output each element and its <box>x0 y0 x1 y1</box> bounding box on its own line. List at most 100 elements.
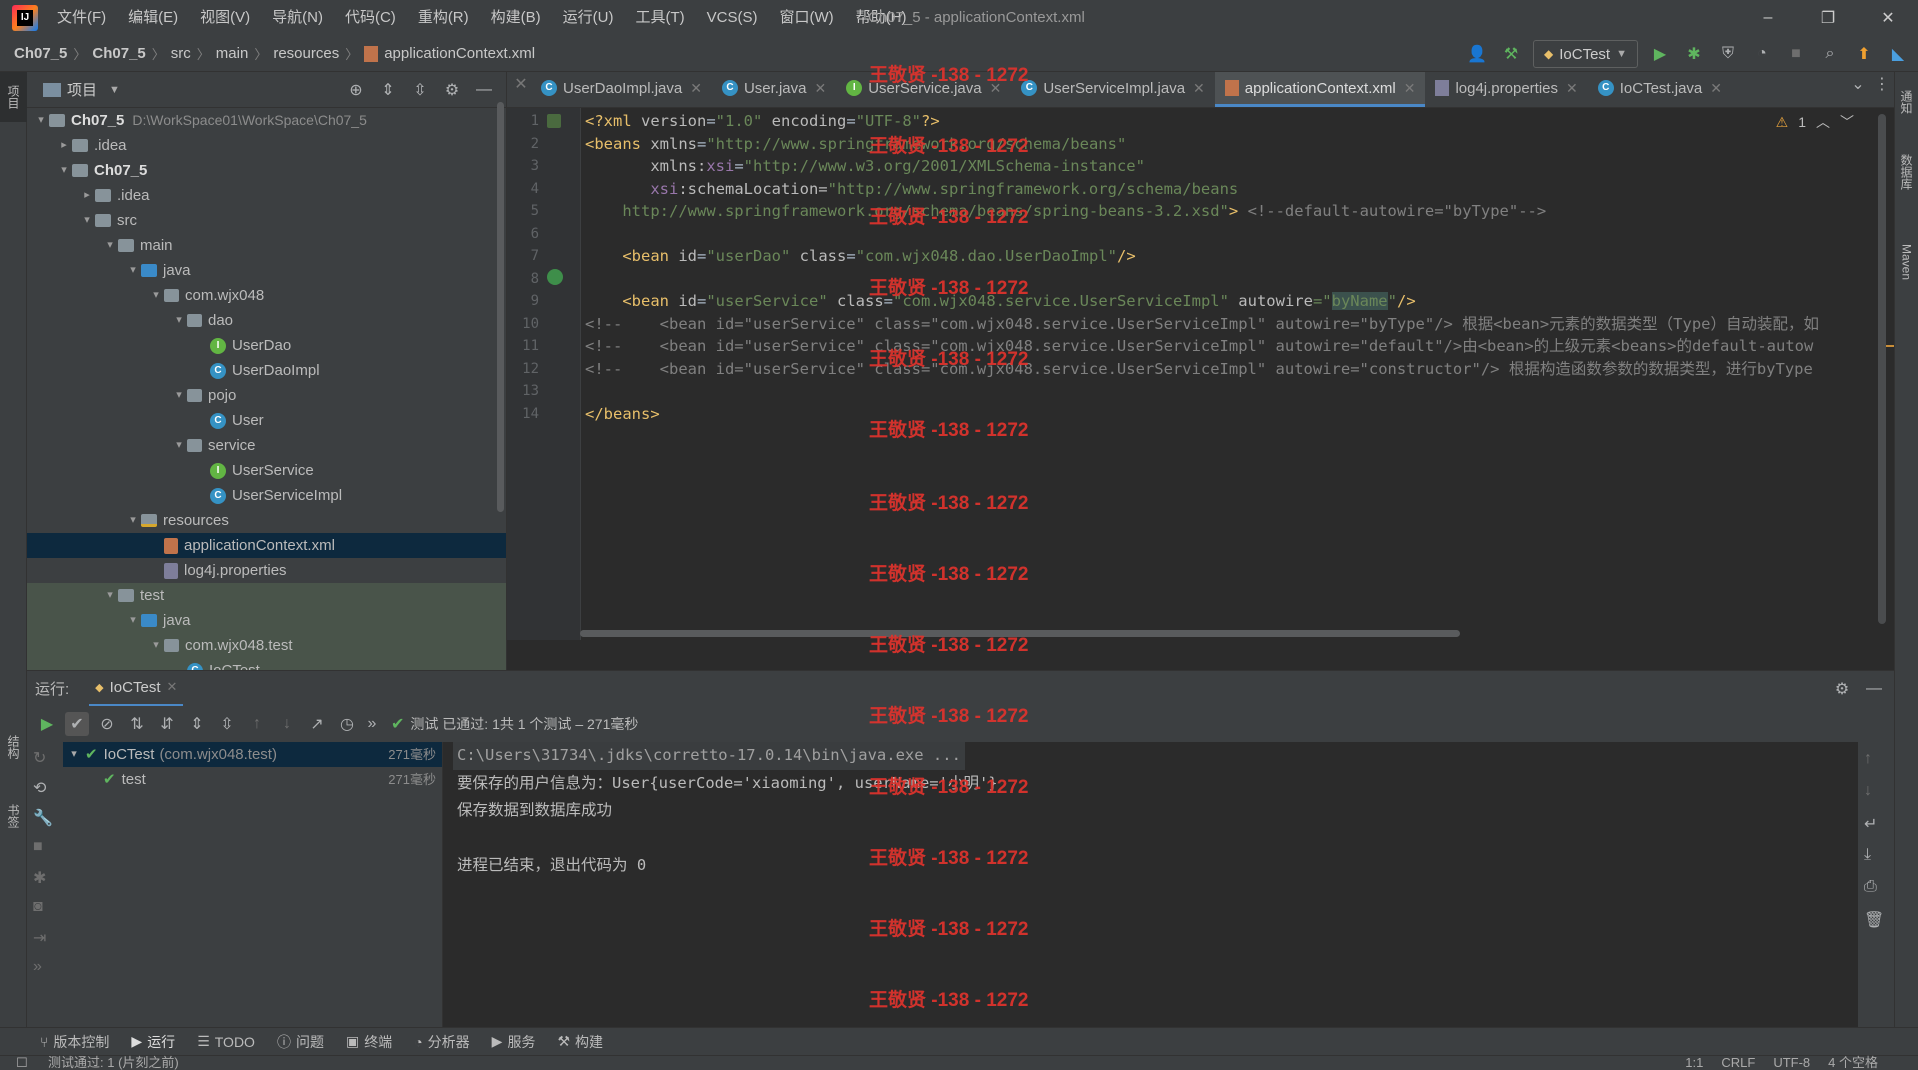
chevron-down-icon[interactable]: ▾ <box>33 108 49 133</box>
tree-item-test[interactable]: ▾ test <box>27 583 506 608</box>
file-encoding[interactable]: UTF-8 <box>1773 1056 1810 1070</box>
chevron-down-icon[interactable]: ﹀ <box>1840 112 1854 132</box>
chevron-right-icon[interactable]: ▸ <box>79 183 95 208</box>
camera-icon[interactable]: ◙ <box>33 898 57 922</box>
arrow-up-icon[interactable]: ↑ <box>245 712 269 736</box>
tree-item-userdaoimpl[interactable]: C UserDaoImpl <box>27 358 506 383</box>
chevron-right-icon[interactable]: ▸ <box>56 133 72 158</box>
tree-item-userdao[interactable]: I UserDao <box>27 333 506 358</box>
collapse-all-icon[interactable]: ⇳ <box>215 712 239 736</box>
inspection-widget[interactable]: ⚠ 1 ︿ ﹀ <box>1776 112 1854 132</box>
close-icon[interactable]: ✕ <box>1193 80 1205 97</box>
close-icon[interactable]: ✕ <box>1710 80 1722 97</box>
close-icon[interactable]: ✕ <box>511 72 531 96</box>
history-icon[interactable]: ◷ <box>335 712 359 736</box>
test-row-method[interactable]: ✔ test 271毫秒 <box>63 767 442 792</box>
chevron-down-icon[interactable]: ▾ <box>125 608 141 633</box>
menu-view[interactable]: 视图(V) <box>189 0 261 36</box>
locate-icon[interactable]: ⊕ <box>344 78 368 102</box>
tree-item-dao[interactable]: ▾ dao <box>27 308 506 333</box>
run-tool-button[interactable]: ▶ 运行 <box>131 1032 175 1052</box>
chevron-down-icon[interactable]: ▾ <box>148 283 164 308</box>
tree-item-idea[interactable]: ▸ .idea <box>27 183 506 208</box>
chevron-down-icon[interactable]: ▼ <box>109 84 120 96</box>
expand-all-icon[interactable]: ⇕ <box>376 78 400 102</box>
minimize-icon[interactable]: – <box>1738 0 1798 36</box>
tab-ioctest-java[interactable]: C IoCTest.java ✕ <box>1588 72 1732 107</box>
wrench-icon[interactable]: 🔧 <box>33 808 57 832</box>
show-passed-icon[interactable]: ✔ <box>65 712 89 736</box>
breadcrumb-main[interactable]: main <box>216 45 249 62</box>
breadcrumb-resources[interactable]: resources <box>273 45 339 62</box>
editor-horizontal-scrollbar[interactable] <box>580 630 1460 637</box>
hide-icon[interactable]: — <box>472 78 496 102</box>
problems-tool-button[interactable]: ⓘ 问题 <box>277 1032 324 1052</box>
print-icon[interactable]: ⎙ <box>1864 878 1888 902</box>
expand-all-icon[interactable]: ⇕ <box>185 712 209 736</box>
vcs-tool-button[interactable]: ⑂ 版本控制 <box>40 1032 109 1052</box>
profiler-tool-button[interactable]: ◔ 分析器 <box>414 1032 469 1052</box>
close-icon[interactable]: ✕ <box>1404 80 1416 97</box>
sort-alpha-icon[interactable]: ⇅ <box>125 712 149 736</box>
arrow-up-icon[interactable]: ↑ <box>1864 750 1888 774</box>
tree-item-resources[interactable]: ▾ resources <box>27 508 506 533</box>
code-editor[interactable]: 1 2 3 4 5 6 7 8 9 10 11 12 13 14 <?xml version="1.0" … <box>507 108 1894 640</box>
gear-icon[interactable]: ⚙ <box>440 78 464 102</box>
jetbrains-icon[interactable]: ◣ <box>1886 42 1910 66</box>
tree-item-main[interactable]: ▾ main <box>27 233 506 258</box>
export-icon[interactable]: ↗ <box>305 712 329 736</box>
menu-tools[interactable]: 工具(T) <box>624 0 695 36</box>
bookmarks-tool-tab[interactable]: 书签 <box>0 786 27 846</box>
chevron-down-icon[interactable]: ▾ <box>56 158 72 183</box>
chevron-down-icon[interactable]: ▾ <box>63 742 85 767</box>
tree-item-ch07-5[interactable]: ▾ Ch07_5 <box>27 158 506 183</box>
indent-setting[interactable]: 4 个空格 <box>1828 1056 1878 1070</box>
project-tree-scrollbar[interactable] <box>497 102 504 512</box>
close-icon[interactable]: ✕ <box>167 679 178 695</box>
coverage-icon[interactable]: ⛨ <box>1716 42 1740 66</box>
tab-applicationcontext-xml[interactable]: applicationContext.xml ✕ <box>1214 72 1426 107</box>
tree-item-java[interactable]: ▾ java <box>27 608 506 633</box>
chevron-down-icon[interactable]: ▾ <box>125 508 141 533</box>
tree-item-pojo[interactable]: ▾ pojo <box>27 383 506 408</box>
profile-icon[interactable]: ◔ <box>1750 42 1774 66</box>
menu-edit[interactable]: 编辑(E) <box>117 0 189 36</box>
notifications-tool-tab[interactable]: 通知 <box>1893 72 1918 132</box>
toggle-autotest-icon[interactable]: ⟲ <box>33 778 57 802</box>
debug-icon[interactable]: ✱ <box>33 868 57 892</box>
close-icon[interactable]: ✕ <box>990 80 1002 97</box>
code-content[interactable]: <?xml version="1.0" encoding="UTF-8"?> <… <box>585 108 1854 640</box>
menu-build[interactable]: 构建(B) <box>480 0 552 36</box>
tree-item-userservice[interactable]: I UserService <box>27 458 506 483</box>
console-line-command[interactable]: C:\Users\31734\.jdks\corretto-17.0.14\bi… <box>453 742 965 770</box>
tab-userdaoimpl-java[interactable]: C UserDaoImpl.java ✕ <box>531 72 712 107</box>
breadcrumb-module[interactable]: Ch07_5 <box>92 45 145 62</box>
chevron-up-icon[interactable]: ︿ <box>1816 112 1830 132</box>
user-icon[interactable]: 👤 <box>1465 42 1489 66</box>
project-panel-title[interactable]: 项目 <box>67 79 97 100</box>
scroll-to-end-icon[interactable]: ⤓ <box>1864 846 1888 870</box>
chevron-down-icon[interactable]: ▾ <box>171 433 187 458</box>
autowire-gutter-icon[interactable] <box>547 269 563 285</box>
more-options-icon[interactable]: ⋮ <box>1870 72 1894 96</box>
debug-icon[interactable]: ✱ <box>1682 42 1706 66</box>
run-tab-ioctest[interactable]: ◆ IoCTest ✕ <box>89 671 184 707</box>
test-row-class[interactable]: ▾ ✔ IoCTest (com.wjx048.test) 271毫秒 <box>63 742 442 767</box>
database-tool-tab[interactable]: 数据库 <box>1893 132 1918 212</box>
tree-item-com-wjx048[interactable]: ▾ com.wjx048 <box>27 283 506 308</box>
tree-item-com-wjx048-test[interactable]: ▾ com.wjx048.test <box>27 633 506 658</box>
tab-userserviceimpl-java[interactable]: C UserServiceImpl.java ✕ <box>1011 72 1214 107</box>
tree-item-src[interactable]: ▾ src <box>27 208 506 233</box>
close-icon[interactable]: ✕ <box>1858 0 1918 36</box>
tree-item-idea[interactable]: ▸ .idea <box>27 133 506 158</box>
intellij-logo-icon[interactable]: IJ <box>12 5 38 31</box>
hide-icon[interactable]: — <box>1862 677 1886 701</box>
project-tool-tab[interactable]: 项目 <box>0 72 27 122</box>
status-message[interactable]: 测试通过: 1 (片刻之前) <box>48 1056 179 1070</box>
tree-item-userserviceimpl[interactable]: C UserServiceImpl <box>27 483 506 508</box>
terminal-tool-button[interactable]: ▣ 终端 <box>346 1032 392 1052</box>
tab-user-java[interactable]: C User.java ✕ <box>712 72 836 107</box>
console-output[interactable]: C:\Users\31734\.jdks\corretto-17.0.14\bi… <box>443 742 1858 1027</box>
restore-icon[interactable]: ❐ <box>1798 0 1858 36</box>
trash-icon[interactable]: 🗑 <box>1864 910 1888 934</box>
